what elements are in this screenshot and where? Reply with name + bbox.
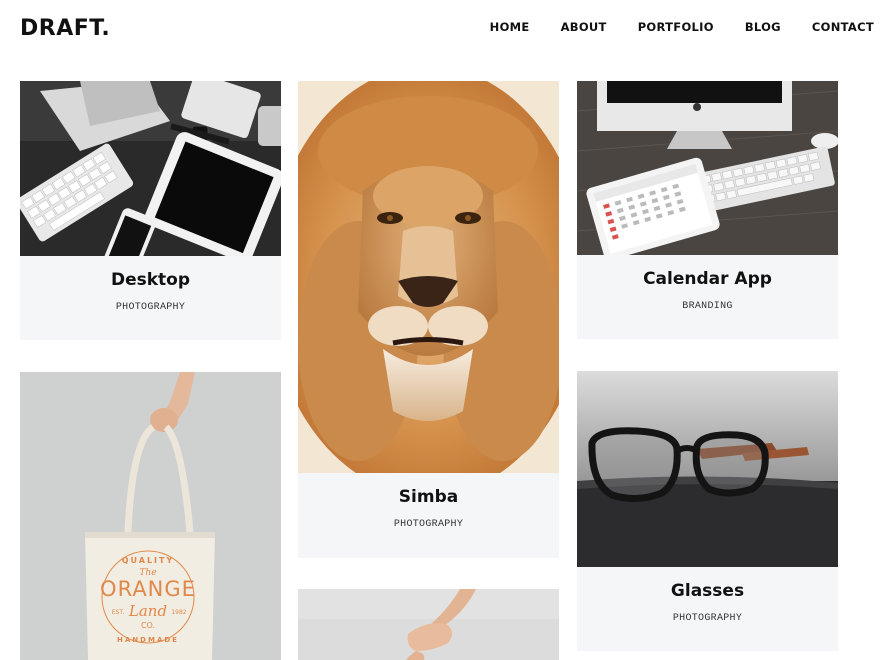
desktop-image[interactable]	[20, 81, 281, 256]
card-category[interactable]: PHOTOGRAPHY	[298, 519, 559, 530]
nav-home[interactable]: HOME	[490, 20, 530, 34]
portfolio-card-tote-bag[interactable]: QUALITY The ORANGE EST. Land 1982 CO. HA…	[20, 372, 281, 660]
card-title[interactable]: Glasses	[577, 581, 838, 601]
nav-blog[interactable]: BLOG	[745, 20, 781, 34]
main-nav: HOME ABOUT PORTFOLIO BLOG CONTACT	[490, 20, 874, 34]
tote-text-est: EST.	[112, 609, 125, 616]
portfolio-card-glasses[interactable]: Glasses PHOTOGRAPHY	[577, 371, 838, 651]
nav-contact[interactable]: CONTACT	[812, 20, 874, 34]
portfolio-card-desktop[interactable]: Desktop PHOTOGRAPHY	[20, 81, 281, 340]
tote-bag-image[interactable]: QUALITY The ORANGE EST. Land 1982 CO. HA…	[20, 372, 281, 660]
nav-about[interactable]: ABOUT	[561, 20, 607, 34]
card-category[interactable]: PHOTOGRAPHY	[577, 613, 838, 624]
card-category[interactable]: PHOTOGRAPHY	[20, 302, 281, 313]
card-caption: Calendar App BRANDING	[577, 255, 838, 339]
tote-text-handmade: HANDMADE	[117, 636, 179, 644]
card-title[interactable]: Simba	[298, 487, 559, 507]
card-caption: Simba PHOTOGRAPHY	[298, 473, 559, 558]
lion-image[interactable]	[298, 81, 559, 473]
tote-text-co: CO.	[141, 621, 155, 630]
portfolio-card-hands[interactable]	[298, 589, 559, 660]
tote-text-quality: QUALITY	[122, 556, 175, 565]
site-logo[interactable]: DRAFT.	[20, 16, 110, 41]
hands-image[interactable]	[298, 589, 559, 660]
card-title[interactable]: Calendar App	[577, 269, 838, 289]
nav-portfolio[interactable]: PORTFOLIO	[638, 20, 714, 34]
glasses-image[interactable]	[577, 371, 838, 567]
portfolio-card-simba[interactable]: Simba PHOTOGRAPHY	[298, 81, 559, 558]
card-caption: Desktop PHOTOGRAPHY	[20, 256, 281, 340]
tote-text-orange: ORANGE	[100, 577, 196, 601]
portfolio-card-calendar-app[interactable]: Calendar App BRANDING	[577, 81, 838, 339]
card-title[interactable]: Desktop	[20, 270, 281, 290]
card-caption: Glasses PHOTOGRAPHY	[577, 567, 838, 651]
card-category[interactable]: BRANDING	[577, 301, 838, 312]
calendar-app-image[interactable]	[577, 81, 838, 255]
tote-text-year: 1982	[171, 609, 186, 616]
tote-text-land: Land	[128, 602, 167, 620]
